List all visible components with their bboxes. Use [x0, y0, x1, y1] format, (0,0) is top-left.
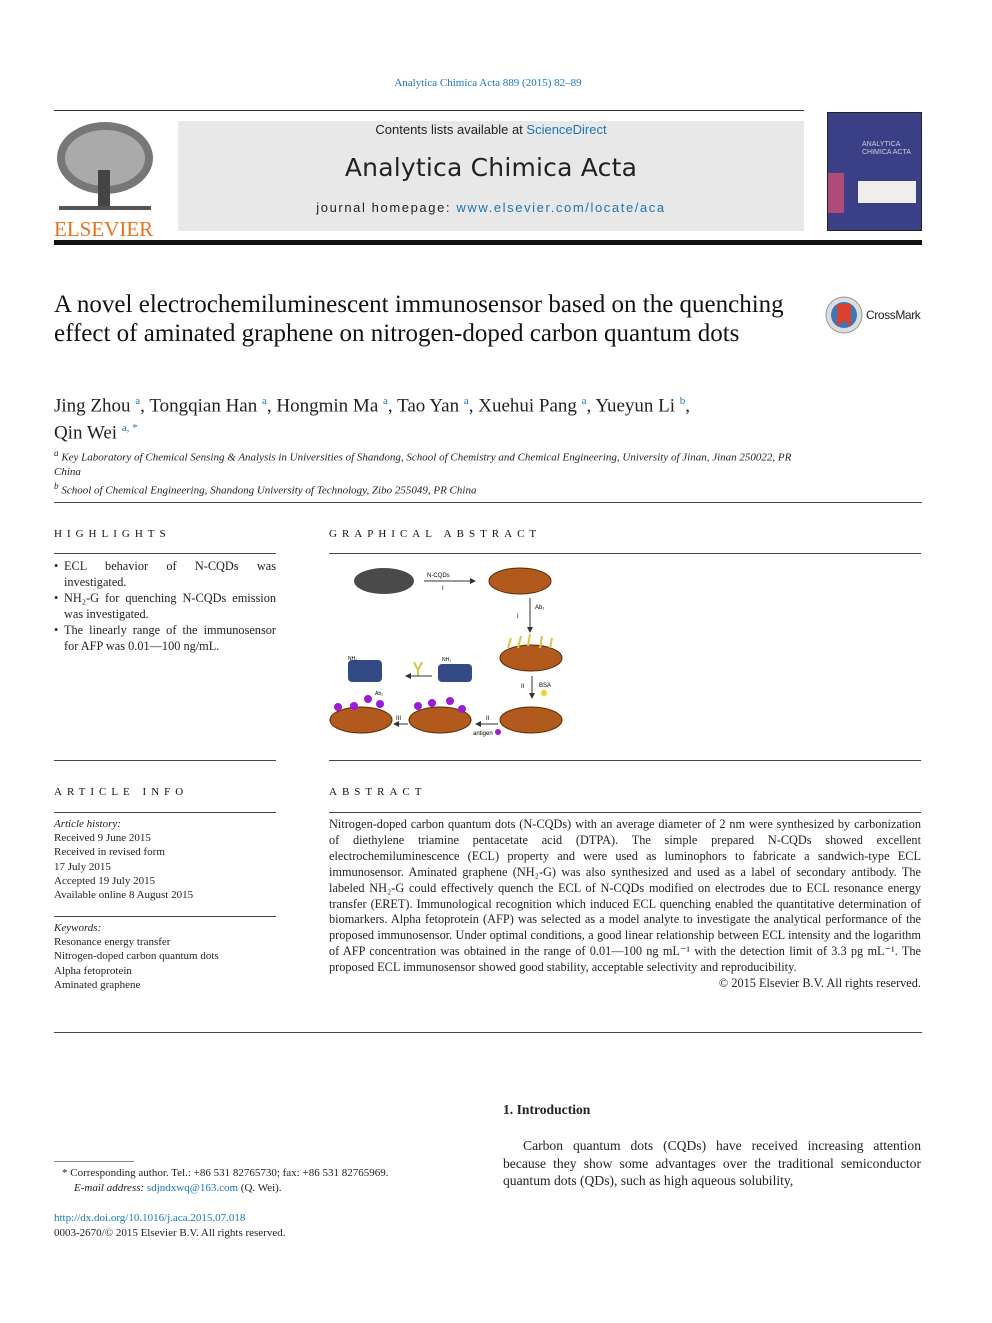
email-link[interactable]: sdjndxwq@163.com	[147, 1182, 238, 1194]
author: Hongmin Ma	[276, 395, 379, 417]
bare-electrode	[354, 568, 414, 594]
graphene-sheet	[348, 660, 382, 682]
header-rule	[54, 240, 922, 245]
journal-banner: Contents lists available at ScienceDirec…	[178, 121, 804, 231]
highlights-list: ECL behavior of N-CQDs was investigated.…	[54, 558, 276, 654]
issn: 0003-2670/© 2015 Elsevier B.V. All right…	[54, 1226, 286, 1239]
keyword: Resonance energy transfer	[54, 936, 171, 949]
svg-text:antigen: antigen	[473, 731, 493, 737]
keywords: Keywords: Resonance energy transfer Nitr…	[54, 921, 276, 992]
author-affiliation-mark[interactable]: b	[680, 395, 686, 407]
article-info-heading: ARTICLE INFO	[54, 786, 189, 798]
keyword: Alpha fetoprotein	[54, 964, 132, 977]
author-affiliation-mark[interactable]: a, *	[122, 422, 138, 434]
footnote: * Corresponding author. Tel.: +86 531 82…	[62, 1167, 389, 1194]
highlight-item: NH₂-G for quenching N-CQDs emission was …	[54, 590, 276, 622]
svg-text:Ab₂: Ab₂	[375, 691, 383, 697]
highlights-heading: HIGHLIGHTS	[54, 528, 171, 540]
article-title: A novel electrochemiluminescent immunose…	[54, 291, 784, 347]
journal-homepage-link[interactable]: www.elsevier.com/locate/aca	[456, 200, 665, 215]
sciencedirect-link[interactable]: ScienceDirect	[526, 122, 606, 137]
author: Jing Zhou	[54, 395, 131, 417]
affiliation-b: b School of Chemical Engineering, Shando…	[54, 480, 477, 497]
ab1-electrode	[499, 644, 563, 672]
divider	[54, 502, 922, 503]
svg-text:N-CQDs: N-CQDs	[427, 573, 450, 579]
author-affiliation-mark[interactable]: a	[582, 395, 587, 407]
svg-text:II: II	[521, 684, 525, 690]
author-affiliation-mark[interactable]: a	[135, 395, 140, 407]
affiliation-a: a Key Laboratory of Chemical Sensing & A…	[54, 448, 792, 478]
svg-text:NH₂: NH₂	[348, 656, 357, 662]
author-affiliation-mark[interactable]: a	[464, 395, 469, 407]
svg-text:BSA: BSA	[539, 683, 551, 689]
author-affiliation-mark[interactable]: a	[262, 395, 267, 407]
graphene-sheet	[438, 664, 472, 682]
svg-text:I: I	[517, 614, 519, 620]
keyword: Aminated graphene	[54, 978, 141, 991]
abstract-heading: ABSTRACT	[329, 786, 427, 798]
svg-text:III: III	[396, 716, 401, 722]
svg-text:NH₂: NH₂	[442, 657, 451, 663]
abstract-body: Nitrogen-doped carbon quantum dots (N-CQ…	[329, 817, 921, 991]
author: Qin Wei	[54, 422, 118, 444]
modified-electrode	[488, 567, 552, 595]
elsevier-wordmark: ELSEVIER	[54, 217, 154, 241]
graphical-abstract-heading: GRAPHICAL ABSTRACT	[329, 528, 542, 540]
highlight-item: ECL behavior of N-CQDs was investigated.	[54, 558, 276, 590]
keyword: Nitrogen-doped carbon quantum dots	[54, 950, 219, 963]
crossmark-button[interactable]: CrossMark	[825, 296, 921, 334]
affiliations: a Key Laboratory of Chemical Sensing & A…	[54, 446, 804, 497]
article-history: Article history: Received 9 June 2015 Re…	[54, 818, 194, 902]
bsa-electrode	[499, 706, 563, 734]
doi-link[interactable]: http://dx.doi.org/10.1016/j.aca.2015.07.…	[54, 1212, 245, 1224]
author: Xuehui Pang	[478, 395, 577, 417]
journal-title: Analytica Chimica Acta	[344, 153, 638, 182]
author-affiliation-mark[interactable]: a	[383, 395, 388, 407]
svg-text:I: I	[442, 586, 444, 592]
author: Yueyun Li	[595, 395, 676, 417]
author-list: Jing Zhou a, Tongqian Han a, Hongmin Ma …	[54, 395, 691, 444]
final-electrode	[329, 706, 393, 734]
journal-reference-link[interactable]: Analytica Chimica Acta 889 (2015) 82–89	[0, 77, 976, 89]
elsevier-logo: ELSEVIER	[54, 120, 156, 241]
svg-text:II: II	[486, 716, 490, 722]
header-divider	[54, 110, 804, 111]
crossmark-icon	[825, 296, 863, 334]
svg-text:Ab₁: Ab₁	[535, 605, 544, 611]
journal-cover: ANALYTICA CHIMICA ACTA	[827, 112, 922, 231]
author: Tao Yan	[397, 395, 460, 417]
author: Tongqian Han	[149, 395, 258, 417]
intro-text: Carbon quantum dots (CQDs) have received…	[503, 1138, 921, 1189]
tree-icon	[54, 120, 156, 212]
copyright: © 2015 Elsevier B.V. All rights reserved…	[718, 976, 921, 991]
intro-heading: 1. Introduction	[503, 1102, 591, 1117]
graphical-abstract-figure: N-CQDs I Ab₁ I II BSA II antigen III NH₂…	[329, 567, 563, 737]
highlight-item: The linearly range of the immunosensor f…	[54, 622, 276, 654]
